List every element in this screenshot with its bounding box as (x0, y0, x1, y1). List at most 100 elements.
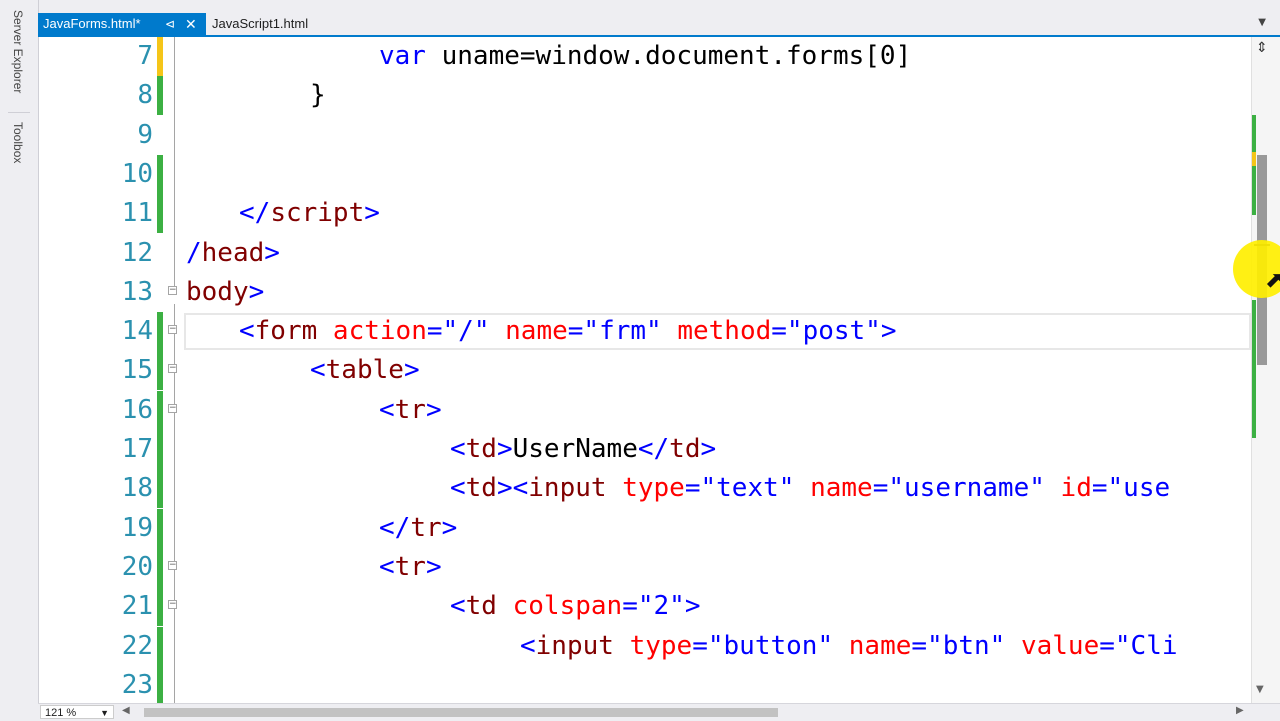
code-token: </ (239, 198, 271, 229)
code-text: <td><input type="text" name="username" i… (450, 469, 1170, 508)
code-token: >< (496, 473, 529, 504)
tab-javaforms[interactable]: JavaForms.html* ⊲ ✕ (38, 13, 206, 35)
line-number: 16 (121, 394, 153, 425)
code-token: > (496, 434, 513, 464)
server-explorer-tab[interactable]: Server Explorer (11, 10, 25, 93)
tab-label: JavaForms.html* (43, 16, 141, 31)
code-line[interactable]: 23 (39, 665, 1251, 703)
chevron-down-icon[interactable]: ▼ (1258, 17, 1266, 28)
scroll-down-arrow-icon[interactable]: ▼ (1256, 684, 1264, 695)
code-text: </tr> (379, 509, 457, 548)
code-token: name (833, 630, 912, 661)
toolbox-tab[interactable]: Toolbox (11, 122, 25, 163)
code-token: < (379, 394, 395, 425)
code-line[interactable]: 19 </tr> (39, 508, 1251, 548)
editor-bottom-bar: 121 % ▼ ◀ ▶ (38, 703, 1280, 721)
mouse-pointer-icon: ⬈ (1265, 268, 1280, 293)
code-text: </script> (239, 194, 380, 233)
code-token: ="post" (771, 316, 881, 347)
code-token: > (700, 434, 717, 464)
code-line[interactable]: 8} (39, 76, 1251, 116)
code-token: type (613, 630, 693, 661)
code-line[interactable]: 7 var uname=window.document.forms[0] (39, 37, 1251, 76)
code-token: td (465, 434, 497, 464)
code-line[interactable]: 13 − body> (39, 273, 1251, 312)
saved-change-marker (157, 430, 163, 469)
code-line[interactable]: 18 <td><input type="text" name="username"… (39, 469, 1251, 509)
code-line[interactable]: 10 (39, 154, 1251, 194)
code-text: <input type="button" name="btn" value="C… (520, 627, 1178, 666)
code-token: body (186, 276, 249, 307)
code-text: } (310, 76, 326, 115)
code-token: > (684, 591, 701, 622)
code-text: <td colspan="2"> (450, 587, 700, 626)
collapse-icon[interactable]: − (168, 560, 177, 570)
unsaved-change-marker (157, 37, 163, 76)
code-token: > (264, 237, 280, 268)
code-token: table (325, 355, 404, 386)
code-token: UserName (512, 434, 638, 464)
line-number: 14 (121, 316, 153, 347)
code-line[interactable]: 15 − <table> (39, 351, 1251, 391)
line-number: 11 (121, 198, 153, 229)
code-line[interactable]: 14 − <form action="/" name="frm" method="p… (39, 312, 1251, 352)
code-token: ="use (1091, 473, 1171, 504)
line-number: 20 (121, 551, 153, 582)
collapse-icon[interactable]: − (168, 364, 177, 374)
scrollbar-change-marker (1252, 300, 1256, 438)
code-line[interactable]: 9 (39, 116, 1251, 155)
code-token: < (450, 434, 466, 464)
code-token: input (528, 473, 607, 504)
collapse-icon[interactable]: − (168, 285, 177, 295)
code-token: > (880, 316, 897, 347)
saved-change-marker (157, 626, 163, 666)
horizontal-scroll-thumb[interactable] (144, 708, 778, 717)
code-token: < (520, 630, 536, 661)
code-token: name (489, 316, 568, 347)
split-editor-icon[interactable]: ⇕ (1256, 40, 1268, 56)
line-number: 15 (121, 355, 153, 386)
code-text: <form action="/" name="frm" method="post… (239, 312, 897, 351)
code-token: </ (637, 434, 670, 464)
code-line[interactable]: 17 <td>UserName</td> (39, 430, 1251, 469)
code-token: td (669, 434, 701, 464)
code-line[interactable]: 20 − <tr> (39, 547, 1251, 587)
code-line[interactable]: 11 </script> (39, 194, 1251, 234)
code-text: var uname=window.document.forms[0] (379, 37, 911, 76)
collapse-icon[interactable]: − (168, 403, 177, 413)
collapse-icon[interactable]: − (168, 325, 177, 335)
code-token: < (450, 591, 466, 622)
line-number: 23 (121, 669, 153, 700)
close-icon[interactable]: ✕ (185, 13, 197, 35)
code-line[interactable]: 22 <input type="button" name="btn" value=… (39, 626, 1251, 666)
code-text: <tr> (379, 548, 442, 587)
code-token: > (403, 355, 420, 386)
zoom-dropdown[interactable]: 121 % ▼ (40, 705, 114, 719)
code-token: colspan (496, 591, 623, 622)
saved-change-marker (157, 312, 163, 352)
code-text: <td>UserName</td> (450, 430, 716, 469)
code-line[interactable]: 16 − <tr> (39, 390, 1251, 430)
code-line[interactable]: 12/head> (39, 234, 1251, 273)
code-token: ="2" (622, 591, 685, 622)
saved-change-marker (157, 390, 163, 430)
scroll-right-arrow-icon[interactable]: ▶ (1236, 705, 1244, 716)
code-token: > (425, 394, 442, 425)
pin-icon[interactable]: ⊲ (165, 13, 175, 35)
scroll-left-arrow-icon[interactable]: ◀ (122, 705, 130, 716)
code-token: tr (410, 512, 442, 543)
code-token: ="button" (692, 630, 834, 661)
code-token: input (535, 630, 614, 661)
line-number: 22 (121, 630, 153, 661)
tab-javascript1[interactable]: JavaScript1.html (212, 13, 352, 35)
code-editor[interactable]: 7 var uname=window.document.forms[0] 8} 9 10… (39, 37, 1251, 703)
code-token: ="frm" (567, 316, 662, 347)
code-token: action (317, 316, 427, 347)
code-text: <table> (310, 351, 420, 390)
code-token: > (248, 276, 265, 307)
code-token: value (1005, 630, 1100, 661)
collapse-icon[interactable]: − (168, 600, 177, 610)
code-token: ="/" (426, 316, 490, 347)
line-number: 13 (121, 276, 153, 307)
code-line[interactable]: 21 − <td colspan="2"> (39, 587, 1251, 627)
